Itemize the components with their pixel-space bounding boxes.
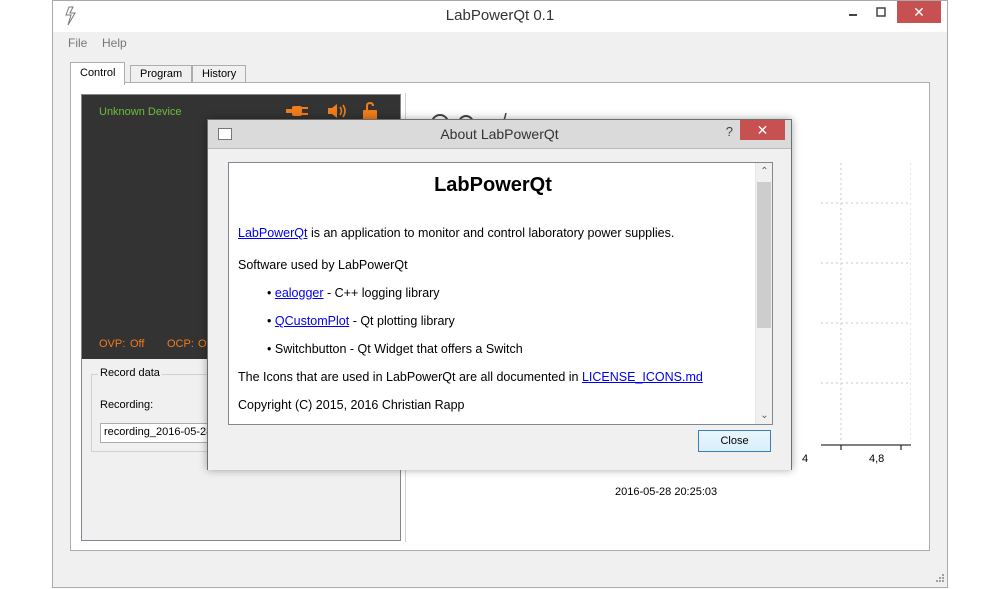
recording-label: Recording:	[100, 399, 154, 411]
window-title: LabPowerQt 0.1	[445, 7, 555, 24]
scrollbar-thumb[interactable]	[757, 182, 771, 328]
ealogger-link[interactable]: ealogger	[275, 286, 324, 300]
menu-bar: File Help	[53, 32, 947, 54]
maximize-icon	[876, 7, 886, 17]
bullet-text: Switchbutton - Qt Widget that offers a S…	[274, 342, 523, 356]
ovp-value[interactable]: Off	[130, 338, 144, 350]
bullet-icon: •	[267, 286, 272, 300]
about-text-browser[interactable]: LabPowerQt LabPowerQt is an application …	[228, 162, 773, 425]
qcustomplot-link[interactable]: QCustomPlot	[275, 314, 349, 328]
dialog-body: LabPowerQt LabPowerQt is an application …	[208, 149, 791, 470]
close-button[interactable]: Close	[698, 430, 771, 452]
dialog-title: About LabPowerQt	[440, 126, 559, 142]
software-heading: Software used by LabPowerQt	[238, 258, 408, 272]
dialog-title-bar[interactable]: About LabPowerQt ? ✕	[208, 120, 791, 149]
close-window-button[interactable]: ✕	[897, 1, 941, 23]
ocp-label: OCP:	[167, 338, 194, 350]
size-grip-icon[interactable]	[933, 573, 945, 585]
bullet-text: - C++ logging library	[323, 286, 440, 300]
bullet-icon: •	[267, 314, 272, 328]
minimize-icon	[849, 14, 857, 16]
x-axis-datetime: 2016-05-28 20:25:03	[615, 486, 718, 498]
icons-line: The Icons that are used in LabPowerQt ar…	[238, 370, 703, 384]
scroll-up-icon[interactable]: ⌃	[756, 163, 772, 180]
plug-icon[interactable]	[285, 102, 309, 120]
bullet-text: - Qt plotting library	[349, 314, 455, 328]
record-data-title: Record data	[98, 367, 162, 379]
list-item: • QCustomPlot - Qt plotting library	[267, 314, 455, 328]
minimize-button[interactable]	[839, 1, 867, 23]
menu-help[interactable]: Help	[102, 36, 127, 50]
list-item: • Switchbutton - Qt Widget that offers a…	[267, 342, 523, 356]
scroll-down-icon[interactable]: ⌄	[756, 407, 772, 424]
copyright-text: Copyright (C) 2015, 2016 Christian Rapp	[238, 398, 465, 412]
maximize-button[interactable]	[867, 1, 895, 23]
icons-text: The Icons that are used in LabPowerQt ar…	[238, 370, 582, 384]
vertical-scrollbar[interactable]: ⌃ ⌄	[755, 163, 772, 424]
about-heading: LabPowerQt	[434, 174, 552, 196]
intro-text: is an application to monitor and control…	[307, 226, 675, 240]
dialog-close-button[interactable]: ✕	[740, 120, 785, 140]
status-bar	[53, 567, 947, 587]
title-bar[interactable]: LabPowerQt 0.1 ✕	[53, 1, 947, 32]
help-button[interactable]: ?	[726, 124, 733, 139]
unlock-icon[interactable]	[358, 102, 382, 120]
license-icons-link[interactable]: LICENSE_ICONS.md	[582, 370, 703, 384]
bullet-icon: •	[267, 342, 272, 356]
device-name: Unknown Device	[99, 106, 182, 118]
intro-line: LabPowerQt is an application to monitor …	[238, 226, 674, 240]
ovp-label: OVP:	[99, 338, 126, 350]
menu-file[interactable]: File	[68, 36, 87, 50]
labpowerqt-link[interactable]: LabPowerQt	[238, 226, 307, 240]
tab-control[interactable]: Control	[70, 62, 126, 85]
x-tick-label: 4,8	[869, 453, 885, 465]
close-icon: ✕	[756, 122, 769, 138]
about-dialog: About LabPowerQt ? ✕ LabPowerQt LabPower…	[207, 119, 792, 470]
list-item: • ealogger - C++ logging library	[267, 286, 440, 300]
speaker-icon[interactable]	[325, 102, 349, 120]
x-tick-label: 4	[802, 453, 809, 465]
close-icon: ✕	[913, 3, 925, 20]
